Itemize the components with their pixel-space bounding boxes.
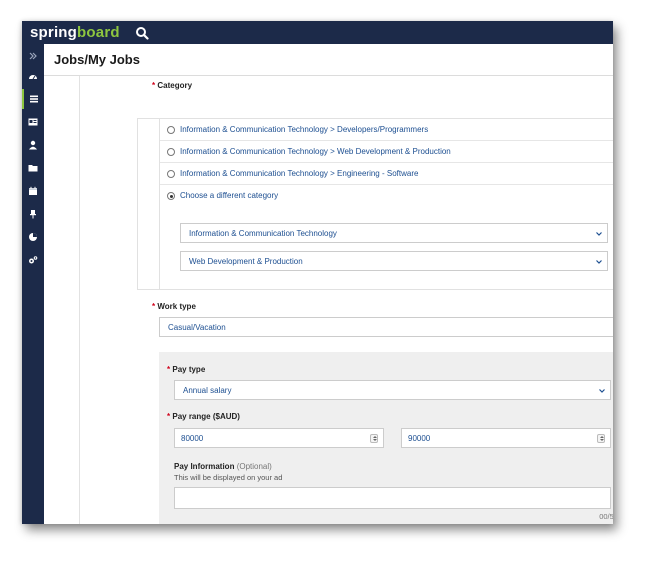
pin-icon[interactable]: [22, 204, 44, 224]
category-option-engineering[interactable]: Information & Communication Technology >…: [160, 163, 613, 185]
app-window: springboard Jobs/My Jobs * Category Info…: [22, 21, 613, 524]
category-panel: Information & Communication Technology >…: [159, 118, 613, 290]
required-marker: *: [152, 302, 156, 311]
category-select-value: Information & Communication Technology: [189, 229, 337, 238]
pie-chart-icon[interactable]: [22, 227, 44, 247]
pay-information-hint: This will be displayed on your ad: [174, 473, 283, 482]
work-type-select[interactable]: Casual/Vacation: [159, 317, 613, 337]
work-type-value: Casual/Vacation: [168, 323, 226, 332]
pay-type-label: * Pay type: [167, 365, 205, 374]
optional-text: (Optional): [236, 462, 272, 471]
spinner-icon[interactable]: [597, 434, 605, 443]
pay-range-label: * Pay range ($AUD): [167, 412, 240, 421]
gauge-icon[interactable]: [22, 67, 44, 87]
search-icon[interactable]: [135, 26, 149, 40]
work-type-label-text: Work type: [157, 302, 196, 311]
category-option-label: Information & Communication Technology >…: [180, 169, 419, 178]
category-label: * Category: [152, 81, 192, 90]
pay-range-min-input[interactable]: 80000: [174, 428, 384, 448]
calendar-icon[interactable]: [22, 181, 44, 201]
top-bar: springboard: [22, 21, 613, 44]
chevrons-right-icon[interactable]: [22, 46, 44, 66]
chevron-down-icon: [596, 260, 602, 264]
pay-type-label-text: Pay type: [172, 365, 206, 374]
page-title: Jobs/My Jobs: [54, 52, 140, 67]
chevron-down-icon: [596, 232, 602, 236]
chevron-down-icon: [599, 389, 605, 393]
content-divider: [79, 76, 80, 524]
required-marker: *: [167, 365, 171, 374]
cogs-icon[interactable]: [22, 250, 44, 270]
radio-icon[interactable]: [167, 170, 175, 178]
springboard-logo[interactable]: springboard: [30, 24, 120, 41]
main-content: Jobs/My Jobs * Category Information & Co…: [44, 44, 613, 524]
required-marker: *: [152, 81, 156, 90]
sidebar: [22, 44, 44, 524]
spinner-icon[interactable]: [370, 434, 378, 443]
category-option-web-development[interactable]: Information & Communication Technology >…: [160, 141, 613, 163]
pay-range-max-value: 90000: [408, 434, 431, 443]
subcategory-select-value: Web Development & Production: [189, 257, 303, 266]
pay-panel: * Pay type Annual salary * Pay range ($A…: [159, 352, 613, 524]
pay-range-label-text: Pay range ($AUD): [172, 412, 240, 421]
pay-information-label: Pay Information (Optional): [174, 462, 272, 471]
pay-range-min-value: 80000: [181, 434, 204, 443]
folder-icon[interactable]: [22, 158, 44, 178]
radio-icon[interactable]: [167, 126, 175, 134]
pay-type-value: Annual salary: [183, 386, 232, 395]
category-label-text: Category: [157, 81, 193, 90]
pay-range-max-input[interactable]: 90000: [401, 428, 611, 448]
pay-information-label-text: Pay Information: [174, 462, 235, 471]
pay-type-select[interactable]: Annual salary: [174, 380, 611, 400]
character-counter: 00/50: [599, 512, 613, 521]
logo-text: spring: [30, 24, 78, 41]
category-option-label: Information & Communication Technology >…: [180, 125, 429, 134]
work-type-label: * Work type: [152, 302, 196, 311]
id-card-icon[interactable]: [22, 112, 44, 132]
title-divider: [44, 75, 613, 76]
radio-icon[interactable]: [167, 148, 175, 156]
pay-information-input[interactable]: [174, 487, 611, 509]
list-icon[interactable]: [22, 89, 44, 109]
category-option-label: Information & Communication Technology >…: [180, 147, 451, 156]
category-option-choose-different[interactable]: Choose a different category: [160, 185, 613, 207]
required-marker: *: [167, 412, 171, 421]
category-select[interactable]: Information & Communication Technology: [180, 223, 608, 243]
radio-checked-icon[interactable]: [167, 192, 175, 200]
user-icon[interactable]: [22, 135, 44, 155]
logo-accent-text: board: [77, 24, 120, 41]
subcategory-select[interactable]: Web Development & Production: [180, 251, 608, 271]
category-option-label: Choose a different category: [180, 191, 279, 200]
category-option-developers[interactable]: Information & Communication Technology >…: [160, 119, 613, 141]
